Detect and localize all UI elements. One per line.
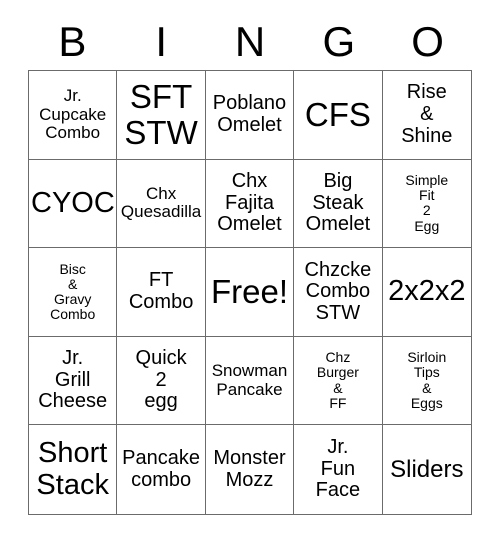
bingo-cell[interactable]: Jr. Cupcake Combo: [29, 71, 118, 160]
bingo-cell[interactable]: SFT STW: [117, 71, 206, 160]
bingo-cell[interactable]: Chzcke Combo STW: [294, 248, 383, 337]
bingo-cell-label: Rise & Shine: [401, 81, 453, 147]
bingo-cell[interactable]: Chz Burger & FF: [294, 336, 383, 426]
bingo-card: B I N G O Jr. Cupcake Combo SFT STW Poblan…: [0, 0, 500, 544]
bingo-cell[interactable]: Chx Fajita Omelet: [205, 159, 295, 249]
bingo-cell-label: Bisc & Gravy Combo: [50, 260, 96, 323]
bingo-cell-label: Chx Quesadilla: [120, 184, 202, 222]
bingo-cell-label: Free!: [210, 273, 288, 311]
bingo-cell-label: Jr. Grill Cheese: [38, 347, 108, 413]
bingo-grid: Jr. Cupcake Combo SFT STW Poblano Omelet CF…: [28, 70, 472, 515]
bingo-cell[interactable]: Jr. Grill Cheese: [29, 336, 118, 426]
bingo-header-row: B I N G O: [28, 14, 472, 70]
bingo-cell-label: Quick 2 egg: [135, 347, 187, 413]
bingo-cell-label: Jr. Cupcake Combo: [39, 86, 107, 142]
header-letter-g: G: [322, 18, 356, 65]
bingo-cell[interactable]: Quick 2 egg: [117, 336, 206, 426]
bingo-cell-label: Monster Mozz: [213, 447, 286, 491]
bingo-cell-label: Simple Fit 2 Egg: [405, 172, 449, 234]
bingo-cell[interactable]: Chx Quesadilla: [117, 159, 206, 249]
header-letter-i: I: [155, 18, 168, 65]
bingo-cell[interactable]: Monster Mozz: [206, 425, 295, 514]
bingo-cell[interactable]: CFS: [294, 71, 383, 160]
bingo-cell[interactable]: 2x2x2: [382, 248, 471, 337]
bingo-cell[interactable]: Sirloin Tips & Eggs: [382, 337, 471, 426]
bingo-cell[interactable]: Snowman Pancake: [205, 336, 295, 426]
bingo-cell[interactable]: Sliders: [383, 425, 471, 514]
bingo-cell[interactable]: Free!: [205, 248, 295, 337]
bingo-cell-label: SFT STW: [124, 78, 198, 151]
bingo-cell[interactable]: Jr. Fun Face: [294, 425, 383, 514]
bingo-cell[interactable]: Bisc & Gravy Combo: [29, 248, 118, 337]
header-letter-b: B: [58, 18, 87, 65]
bingo-cell[interactable]: Big Steak Omelet: [294, 159, 383, 249]
header-letter-o: O: [411, 18, 444, 65]
bingo-cell[interactable]: Pancake combo: [117, 425, 206, 514]
bingo-cell-label: 2x2x2: [388, 275, 466, 308]
header-letter-n: N: [234, 18, 266, 65]
bingo-cell-label: Big Steak Omelet: [305, 170, 371, 236]
bingo-cell-label: Sirloin Tips & Eggs: [407, 349, 447, 411]
bingo-cell-label: CFS: [304, 95, 371, 133]
bingo-cell[interactable]: Poblano Omelet: [205, 71, 295, 160]
bingo-cell-label: Short Stack: [36, 437, 109, 501]
bingo-cell-label: Chx Fajita Omelet: [217, 170, 282, 236]
bingo-cell-label: Sliders: [390, 455, 464, 483]
bingo-cell-label: Chz Burger & FF: [316, 349, 359, 411]
bingo-cell[interactable]: CYOC: [29, 159, 118, 249]
bingo-cell-label: Jr. Fun Face: [315, 436, 361, 502]
bingo-cell[interactable]: Simple Fit 2 Egg: [382, 160, 471, 249]
bingo-cell-label: Pancake combo: [122, 447, 201, 491]
bingo-cell[interactable]: Short Stack: [29, 425, 118, 514]
bingo-cell[interactable]: FT Combo: [117, 248, 206, 337]
bingo-cell-label: CYOC: [31, 186, 115, 219]
bingo-cell-label: Poblano Omelet: [212, 92, 287, 136]
bingo-cell-label: Chzcke Combo STW: [304, 258, 372, 324]
bingo-cell-label: FT Combo: [128, 269, 194, 313]
bingo-cell[interactable]: Rise & Shine: [382, 71, 471, 160]
bingo-cell-label: Snowman Pancake: [211, 361, 288, 399]
